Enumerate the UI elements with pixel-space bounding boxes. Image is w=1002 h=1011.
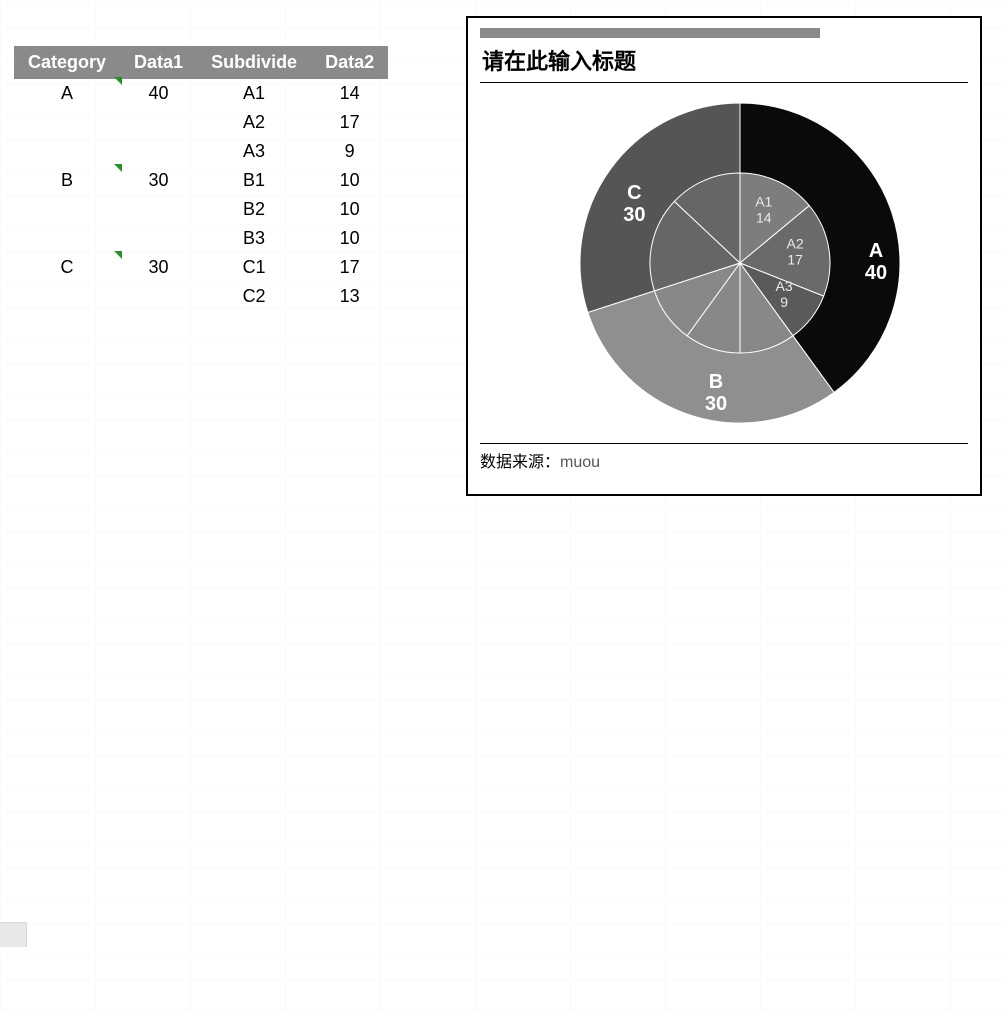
chart-title[interactable]: 请在此输入标题 bbox=[480, 42, 968, 83]
cell-data1[interactable] bbox=[120, 108, 197, 137]
cell-category[interactable] bbox=[14, 282, 120, 311]
inner-label-A2: A217 bbox=[787, 235, 804, 267]
cell-category[interactable] bbox=[14, 195, 120, 224]
cell-sub[interactable]: A1 bbox=[197, 79, 311, 108]
data-table[interactable]: Category Data1 Subdivide Data2 A40A114A2… bbox=[14, 46, 388, 311]
table-header-row: Category Data1 Subdivide Data2 bbox=[14, 46, 388, 79]
table-row[interactable]: C213 bbox=[14, 282, 388, 311]
chart-accent-bar bbox=[480, 28, 820, 38]
cell-sub[interactable]: B1 bbox=[197, 166, 311, 195]
inner-label-A1: A114 bbox=[755, 194, 772, 226]
cell-sub[interactable]: B3 bbox=[197, 224, 311, 253]
pie-chart[interactable]: A40B30C30A114A217A39 bbox=[480, 83, 972, 443]
cell-category[interactable] bbox=[14, 137, 120, 166]
col-header-data2[interactable]: Data2 bbox=[311, 46, 388, 79]
cell-selection-edge[interactable] bbox=[0, 922, 27, 947]
cell-category[interactable]: C bbox=[14, 253, 120, 282]
cell-data1[interactable] bbox=[120, 137, 197, 166]
cell-data1[interactable]: 30 bbox=[120, 166, 197, 195]
cell-sub[interactable]: B2 bbox=[197, 195, 311, 224]
col-header-data1[interactable]: Data1 bbox=[120, 46, 197, 79]
cell-category[interactable] bbox=[14, 224, 120, 253]
cell-data2[interactable]: 17 bbox=[311, 108, 388, 137]
cell-data1[interactable] bbox=[120, 224, 197, 253]
cell-data1[interactable] bbox=[120, 282, 197, 311]
spreadsheet-view: Category Data1 Subdivide Data2 A40A114A2… bbox=[0, 0, 1002, 1011]
cell-data2[interactable]: 10 bbox=[311, 166, 388, 195]
chart-footer: 数据来源：muou bbox=[480, 443, 968, 472]
cell-data2[interactable]: 9 bbox=[311, 137, 388, 166]
table-row[interactable]: B310 bbox=[14, 224, 388, 253]
cell-category[interactable] bbox=[14, 108, 120, 137]
cell-sub[interactable]: C1 bbox=[197, 253, 311, 282]
cell-sub[interactable]: A2 bbox=[197, 108, 311, 137]
footer-value: muou bbox=[560, 454, 600, 471]
cell-category[interactable]: B bbox=[14, 166, 120, 195]
table-row[interactable]: C30C117 bbox=[14, 253, 388, 282]
chart-area: A40B30C30A114A217A39 bbox=[480, 83, 968, 443]
cell-sub[interactable]: A3 bbox=[197, 137, 311, 166]
cell-data2[interactable]: 14 bbox=[311, 79, 388, 108]
table-row[interactable]: A217 bbox=[14, 108, 388, 137]
cell-data2[interactable]: 13 bbox=[311, 282, 388, 311]
table-row[interactable]: A39 bbox=[14, 137, 388, 166]
col-header-category[interactable]: Category bbox=[14, 46, 120, 79]
footer-label: 数据来源： bbox=[480, 454, 560, 471]
cell-data2[interactable]: 10 bbox=[311, 195, 388, 224]
table-row[interactable]: B30B110 bbox=[14, 166, 388, 195]
cell-category[interactable]: A bbox=[14, 79, 120, 108]
cell-sub[interactable]: C2 bbox=[197, 282, 311, 311]
cell-data2[interactable]: 17 bbox=[311, 253, 388, 282]
col-header-subdivide[interactable]: Subdivide bbox=[197, 46, 311, 79]
cell-data2[interactable]: 10 bbox=[311, 224, 388, 253]
cell-data1[interactable]: 40 bbox=[120, 79, 197, 108]
cell-data1[interactable]: 30 bbox=[120, 253, 197, 282]
cell-data1[interactable] bbox=[120, 195, 197, 224]
table-row[interactable]: B210 bbox=[14, 195, 388, 224]
table-row[interactable]: A40A114 bbox=[14, 79, 388, 108]
chart-card[interactable]: 请在此输入标题 A40B30C30A114A217A39 数据来源：muou bbox=[466, 16, 982, 496]
